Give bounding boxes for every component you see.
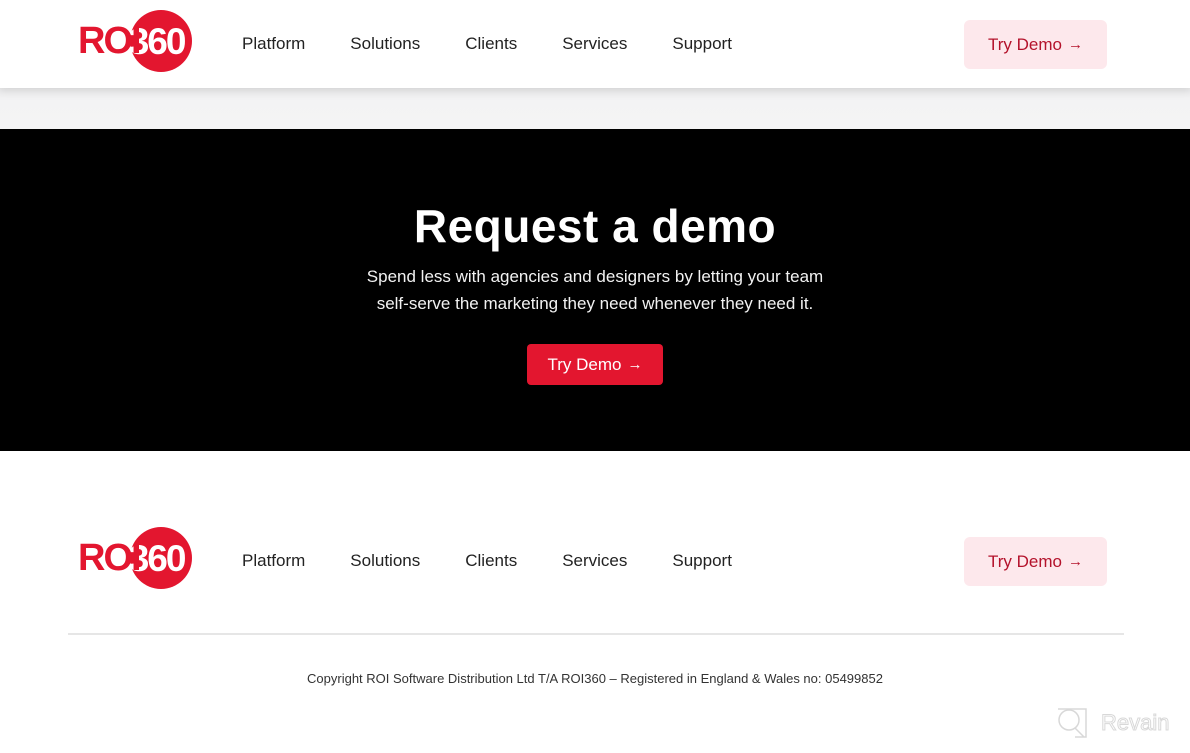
logo-text-roi: ROI bbox=[78, 20, 142, 62]
header-spacer-band bbox=[0, 88, 1190, 129]
revain-logo-icon bbox=[1058, 708, 1087, 738]
try-demo-label: Try Demo bbox=[988, 34, 1062, 54]
try-demo-label: Try Demo bbox=[547, 354, 622, 374]
copyright-text: Copyright ROI Software Distribution Ltd … bbox=[307, 671, 883, 686]
main-nav: Platform Solutions Clients Services Supp… bbox=[242, 34, 777, 54]
nav-solutions[interactable]: Solutions bbox=[350, 34, 420, 54]
footer-nav-solutions[interactable]: Solutions bbox=[350, 551, 420, 571]
hero-subtitle-line2: self-serve the marketing they need whene… bbox=[376, 294, 814, 313]
arrow-right-icon: → bbox=[627, 356, 643, 373]
revain-watermark: Revain bbox=[1055, 706, 1170, 740]
footer-roi360-logo[interactable]: ROI 360 bbox=[78, 527, 192, 589]
footer-try-demo-button[interactable]: Try Demo → bbox=[964, 537, 1107, 586]
arrow-right-icon: → bbox=[1068, 36, 1083, 53]
hero-subtitle-line1: Spend less with agencies and designers b… bbox=[366, 267, 824, 286]
logo-text-roi: ROI bbox=[78, 537, 142, 579]
hero-subtitle: Spend less with agencies and designers b… bbox=[0, 263, 1190, 317]
hero-title: Request a demo bbox=[413, 200, 777, 252]
request-demo-section: Request a demo Spend less with agencies … bbox=[0, 129, 1190, 451]
try-demo-label: Try Demo bbox=[988, 551, 1062, 571]
footer-nav-support[interactable]: Support bbox=[672, 551, 732, 571]
nav-platform[interactable]: Platform bbox=[242, 34, 305, 54]
footer-nav-platform[interactable]: Platform bbox=[242, 551, 305, 571]
footer-divider bbox=[68, 633, 1124, 635]
roi360-logo[interactable]: ROI 360 bbox=[78, 10, 192, 72]
footer-nav: Platform Solutions Clients Services Supp… bbox=[242, 551, 777, 571]
header-try-demo-button[interactable]: Try Demo → bbox=[964, 20, 1107, 69]
footer-nav-services[interactable]: Services bbox=[562, 551, 627, 571]
arrow-right-icon: → bbox=[1068, 553, 1083, 570]
revain-watermark-text: Revain bbox=[1100, 710, 1170, 736]
hero-try-demo-button[interactable]: Try Demo → bbox=[527, 344, 663, 385]
nav-services[interactable]: Services bbox=[562, 34, 627, 54]
footer-nav-clients[interactable]: Clients bbox=[465, 551, 517, 571]
site-header: ROI 360 Platform Solutions Clients Servi… bbox=[0, 0, 1190, 88]
nav-support[interactable]: Support bbox=[672, 34, 732, 54]
nav-clients[interactable]: Clients bbox=[465, 34, 517, 54]
